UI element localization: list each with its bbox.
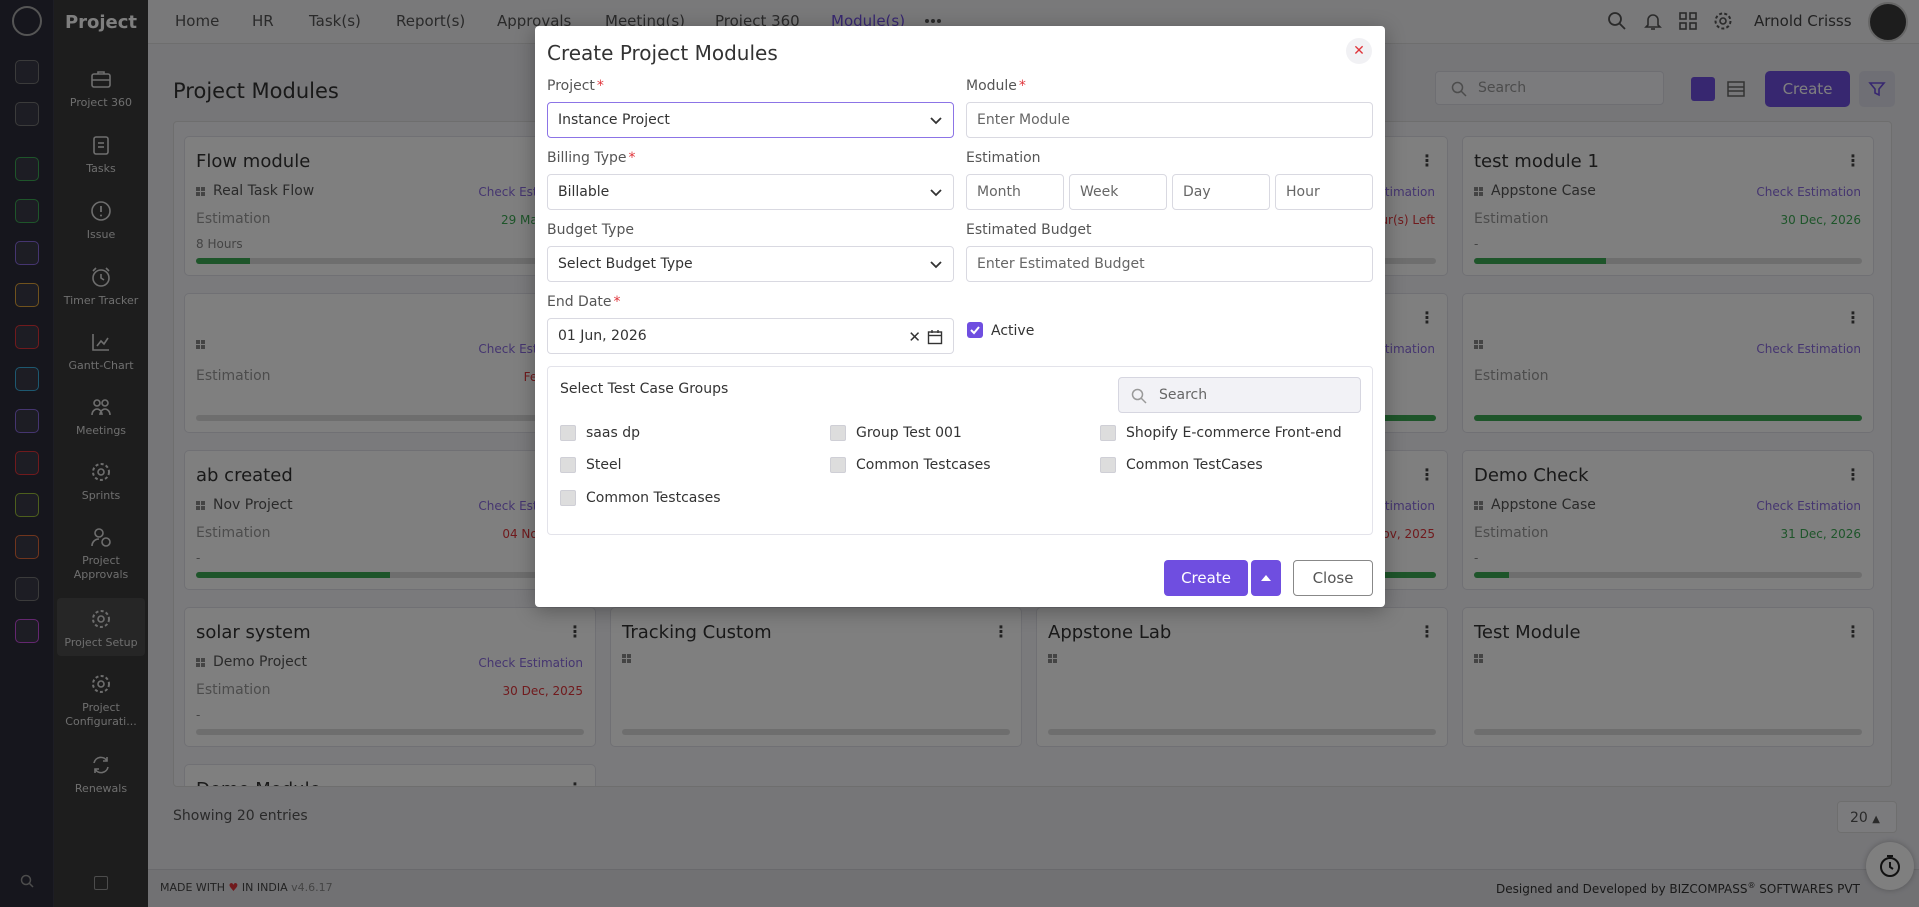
project-select[interactable]: Instance Project <box>547 102 954 138</box>
estimated-budget-placeholder: Enter Estimated Budget <box>977 256 1145 272</box>
create-options-button[interactable] <box>1251 560 1281 596</box>
billing-type-value: Billable <box>558 184 610 200</box>
clear-x-icon[interactable]: ✕ <box>908 328 921 346</box>
chevron-down-icon <box>930 117 942 125</box>
close-icon[interactable]: ✕ <box>1346 38 1372 64</box>
test-case-search-input[interactable]: Search <box>1118 377 1361 413</box>
end-date-label: End Date * <box>547 294 621 310</box>
estimated-budget-label: Estimated Budget <box>966 222 1092 238</box>
estimation-label: Estimation <box>966 150 1041 166</box>
estimation-week-input[interactable]: Week <box>1069 174 1167 210</box>
module-input[interactable]: Enter Module <box>966 102 1373 138</box>
chevron-down-icon <box>930 189 942 197</box>
end-date-input[interactable]: 01 Jun, 2026 ✕ <box>547 318 954 354</box>
budget-type-select[interactable]: Select Budget Type <box>547 246 954 282</box>
test-case-group-item[interactable]: Steel <box>560 457 622 473</box>
test-case-group-item[interactable]: Common TestCases <box>1100 457 1263 473</box>
active-label: Active <box>991 323 1035 339</box>
create-button[interactable]: Create <box>1164 560 1248 596</box>
project-value: Instance Project <box>558 112 670 128</box>
estimation-day-input[interactable]: Day <box>1172 174 1270 210</box>
check-icon <box>970 326 980 335</box>
module-label: Module * <box>966 78 1026 94</box>
checkbox[interactable] <box>1100 425 1116 441</box>
checkbox[interactable] <box>830 425 846 441</box>
checkbox[interactable] <box>1100 457 1116 473</box>
estimation-hour-input[interactable]: Hour <box>1275 174 1373 210</box>
checkbox[interactable] <box>560 425 576 441</box>
create-module-dialog: Create Project Modules ✕ Project * Instan… <box>535 26 1385 607</box>
billing-type-label: Billing Type * <box>547 150 636 166</box>
active-checkbox[interactable] <box>967 322 983 338</box>
search-icon <box>1131 388 1147 404</box>
test-case-group-item[interactable]: saas dp <box>560 425 640 441</box>
test-case-group-item[interactable]: Common Testcases <box>830 457 991 473</box>
calendar-icon[interactable] <box>927 329 943 345</box>
test-case-group-item[interactable]: Common Testcases <box>560 490 721 506</box>
project-label: Project * <box>547 78 604 94</box>
close-button[interactable]: Close <box>1293 560 1373 596</box>
test-case-groups-title: Select Test Case Groups <box>560 381 729 397</box>
budget-type-value: Select Budget Type <box>558 256 693 272</box>
end-date-value: 01 Jun, 2026 <box>558 328 647 344</box>
checkbox[interactable] <box>560 457 576 473</box>
checkbox[interactable] <box>830 457 846 473</box>
dialog-title: Create Project Modules <box>547 41 778 65</box>
test-case-search-placeholder: Search <box>1159 387 1208 403</box>
estimation-month-input[interactable]: Month <box>966 174 1064 210</box>
budget-type-label: Budget Type <box>547 222 634 238</box>
module-placeholder: Enter Module <box>977 112 1070 128</box>
billing-type-select[interactable]: Billable <box>547 174 954 210</box>
caret-up-icon <box>1261 575 1271 581</box>
test-case-groups-panel: Select Test Case Groups Search saas dp G… <box>547 366 1373 535</box>
test-case-group-item[interactable]: Shopify E-commerce Front-end <box>1100 425 1342 441</box>
test-case-group-item[interactable]: Group Test 001 <box>830 425 962 441</box>
chevron-down-icon <box>930 261 942 269</box>
checkbox[interactable] <box>560 490 576 506</box>
estimated-budget-input[interactable]: Enter Estimated Budget <box>966 246 1373 282</box>
